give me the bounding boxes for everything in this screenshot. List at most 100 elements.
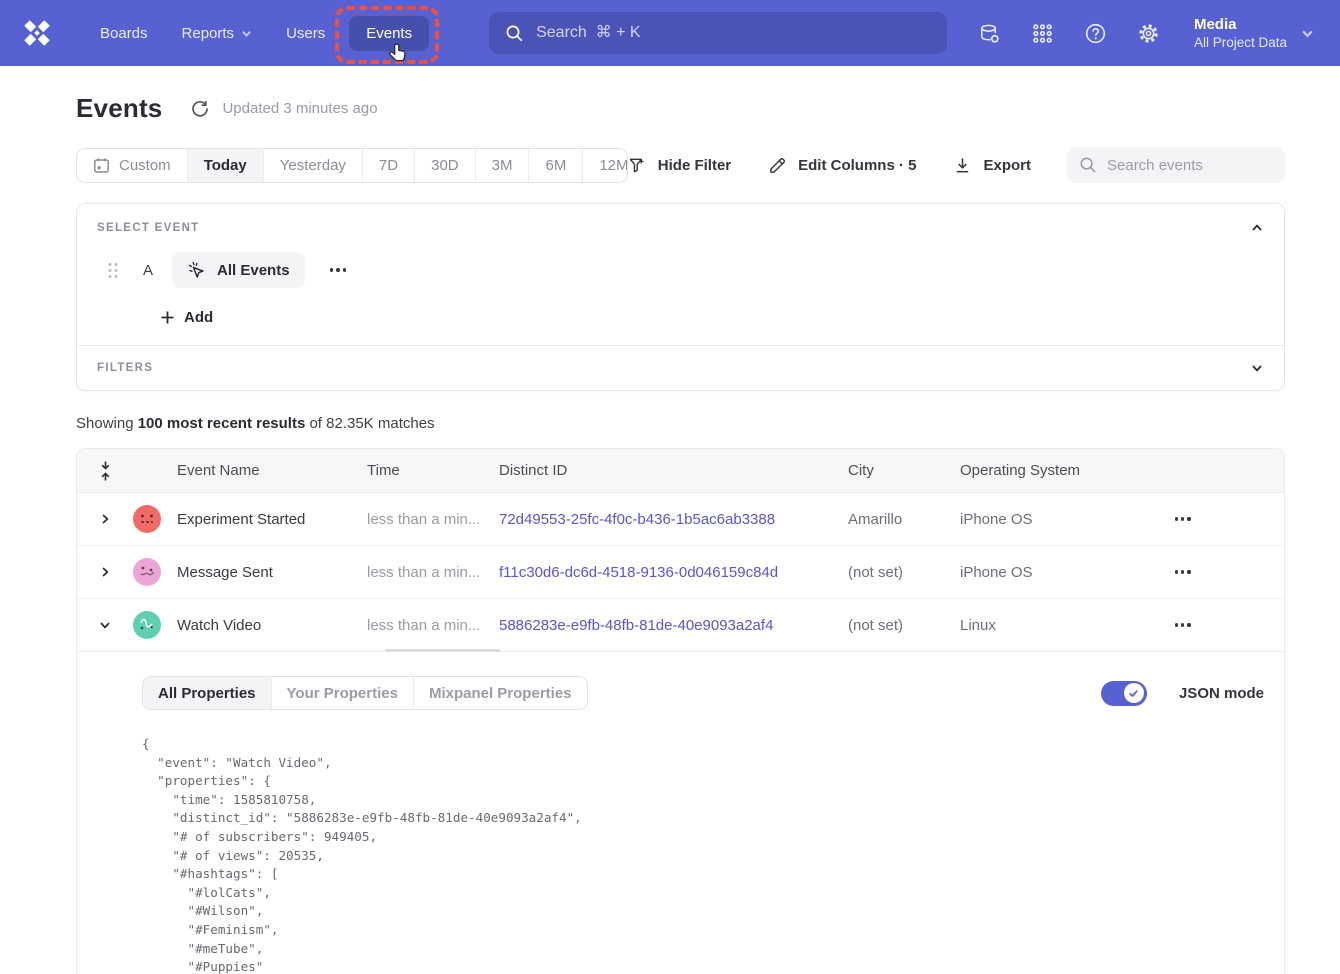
all-events-sparkle-cursor-icon bbox=[187, 260, 207, 280]
event-row-letter: A bbox=[143, 262, 153, 279]
nav-item-boards[interactable]: Boards bbox=[90, 16, 158, 51]
cell-distinct-id-link[interactable]: 72d49553-25fc-4f0c-b436-1b5ac6ab3388 bbox=[499, 511, 848, 528]
data-management-icon[interactable] bbox=[978, 22, 1001, 45]
date-range-today[interactable]: Today bbox=[187, 149, 263, 182]
cell-event-name: Message Sent bbox=[177, 564, 367, 581]
nav-item-users[interactable]: Users bbox=[276, 16, 335, 51]
collapse-section-chevron-up-icon[interactable] bbox=[1250, 221, 1264, 235]
search-events-input[interactable] bbox=[1107, 157, 1273, 174]
toolbar: Custom Today Yesterday 7D 30D 3M 6M 12M … bbox=[76, 147, 1285, 183]
row-more-button[interactable] bbox=[1167, 562, 1199, 581]
collapse-all-rows-icon[interactable] bbox=[99, 460, 112, 482]
date-range-yesterday[interactable]: Yesterday bbox=[263, 149, 362, 182]
filters-section-toggle[interactable]: FILTERS bbox=[77, 346, 1284, 390]
page-title: Events bbox=[76, 93, 162, 124]
avatar-face-icon bbox=[133, 558, 161, 586]
add-event-button[interactable]: Add bbox=[160, 309, 213, 326]
global-search[interactable] bbox=[489, 12, 947, 54]
date-range-12m[interactable]: 12M bbox=[582, 149, 627, 182]
cell-distinct-id-link[interactable]: f11c30d6-dc6d-4518-9136-0d046159c84d bbox=[499, 564, 848, 581]
tab-mixpanel-properties[interactable]: Mixpanel Properties bbox=[413, 677, 587, 709]
nav-item-reports[interactable]: Reports bbox=[172, 16, 263, 51]
row-expand-chevron-right-icon[interactable] bbox=[92, 506, 118, 532]
column-header-event-name[interactable]: Event Name bbox=[177, 462, 367, 479]
cell-time: less than a min... bbox=[367, 511, 499, 528]
pencil-icon bbox=[768, 156, 787, 175]
event-avatar bbox=[133, 505, 161, 533]
project-scope: All Project Data bbox=[1194, 34, 1287, 51]
column-header-time[interactable]: Time bbox=[367, 462, 499, 479]
drag-handle-icon[interactable] bbox=[107, 262, 119, 279]
cell-distinct-id-link[interactable]: 5886283e-e9fb-48fb-81de-40e9093a2af4 bbox=[499, 617, 848, 634]
hide-filter-button[interactable]: Hide Filter bbox=[628, 156, 731, 175]
expand-section-chevron-down-icon[interactable] bbox=[1250, 361, 1264, 375]
settings-gear-icon[interactable] bbox=[1137, 22, 1160, 45]
primary-nav: Boards Reports Users Events bbox=[90, 16, 429, 51]
chevron-down-icon bbox=[241, 28, 252, 39]
global-search-input[interactable] bbox=[536, 24, 931, 42]
row-expand-chevron-right-icon[interactable] bbox=[92, 559, 118, 585]
date-range-custom[interactable]: Custom bbox=[77, 149, 187, 182]
row-more-button[interactable] bbox=[1167, 615, 1199, 634]
query-builder-card: SELECT EVENT A All Events bbox=[76, 203, 1285, 391]
cell-city: Amarillo bbox=[848, 511, 960, 528]
filters-heading: FILTERS bbox=[97, 362, 153, 374]
download-icon bbox=[953, 156, 972, 175]
date-range-6m[interactable]: 6M bbox=[528, 149, 582, 182]
column-header-distinct-id[interactable]: Distinct ID bbox=[499, 462, 848, 479]
date-range-30d[interactable]: 30D bbox=[414, 149, 475, 182]
date-range-control: Custom Today Yesterday 7D 30D 3M 6M 12M bbox=[76, 148, 628, 183]
hide-filter-label: Hide Filter bbox=[658, 157, 731, 174]
event-selector-button[interactable]: All Events bbox=[172, 252, 305, 288]
date-range-7d[interactable]: 7D bbox=[362, 149, 414, 182]
json-mode-toggle[interactable] bbox=[1101, 681, 1147, 706]
avatar-face-icon bbox=[133, 505, 161, 533]
column-header-city[interactable]: City bbox=[848, 462, 960, 479]
top-navbar: Boards Reports Users Events bbox=[0, 0, 1340, 66]
apps-grid-icon[interactable] bbox=[1031, 22, 1054, 45]
mixpanel-logo-icon[interactable] bbox=[22, 18, 52, 48]
cell-time: less than a min... bbox=[367, 564, 499, 581]
cell-os: iPhone OS bbox=[960, 564, 1167, 581]
events-table: Event Name Time Distinct ID City Operati… bbox=[76, 448, 1285, 974]
expanded-properties-panel: All Properties Your Properties Mixpanel … bbox=[77, 652, 1284, 974]
column-header-os[interactable]: Operating System bbox=[960, 462, 1167, 479]
properties-tabs: All Properties Your Properties Mixpanel … bbox=[142, 676, 588, 710]
edit-columns-label: Edit Columns · 5 bbox=[798, 157, 916, 174]
tab-your-properties[interactable]: Your Properties bbox=[271, 677, 413, 709]
navbar-right-actions: Media All Project Data bbox=[978, 15, 1314, 51]
chevron-down-icon bbox=[1301, 27, 1314, 40]
plus-icon bbox=[160, 310, 175, 325]
date-range-3m[interactable]: 3M bbox=[475, 149, 529, 182]
select-event-section: SELECT EVENT A All Events bbox=[77, 204, 1284, 345]
filter-funnel-icon bbox=[628, 156, 647, 175]
toolbar-actions: Hide Filter Edit Columns · 5 Export bbox=[628, 147, 1285, 183]
results-prefix: Showing bbox=[76, 415, 138, 432]
event-row-more-button[interactable] bbox=[324, 262, 353, 278]
event-json-viewer[interactable]: { "event": "Watch Video", "properties": … bbox=[142, 735, 1264, 974]
cell-city: (not set) bbox=[848, 564, 960, 581]
row-collapse-chevron-down-icon[interactable] bbox=[92, 612, 118, 638]
project-name: Media bbox=[1194, 15, 1287, 34]
project-info: Media All Project Data bbox=[1194, 15, 1287, 51]
export-button[interactable]: Export bbox=[953, 156, 1031, 175]
last-updated-text: Updated 3 minutes ago bbox=[222, 100, 377, 117]
tab-all-properties[interactable]: All Properties bbox=[143, 677, 271, 709]
search-events-box[interactable] bbox=[1067, 147, 1285, 183]
export-label: Export bbox=[983, 157, 1031, 174]
calendar-icon bbox=[93, 157, 110, 174]
event-query-row: A All Events bbox=[97, 252, 1264, 288]
select-event-heading: SELECT EVENT bbox=[97, 222, 200, 234]
results-count: 100 most recent results bbox=[138, 415, 306, 432]
refresh-icon[interactable] bbox=[191, 100, 209, 118]
help-icon[interactable] bbox=[1084, 22, 1107, 45]
event-avatar bbox=[133, 611, 161, 639]
json-mode-control: JSON mode bbox=[1101, 681, 1264, 706]
hand-cursor-icon bbox=[387, 42, 411, 66]
table-header-row: Event Name Time Distinct ID City Operati… bbox=[77, 449, 1284, 493]
events-page: Events Updated 3 minutes ago Custom Toda… bbox=[0, 93, 1340, 974]
results-summary: Showing 100 most recent results of 82.35… bbox=[76, 415, 1285, 432]
edit-columns-button[interactable]: Edit Columns · 5 bbox=[768, 156, 916, 175]
row-more-button[interactable] bbox=[1167, 509, 1199, 528]
project-selector[interactable]: Media All Project Data bbox=[1194, 15, 1314, 51]
